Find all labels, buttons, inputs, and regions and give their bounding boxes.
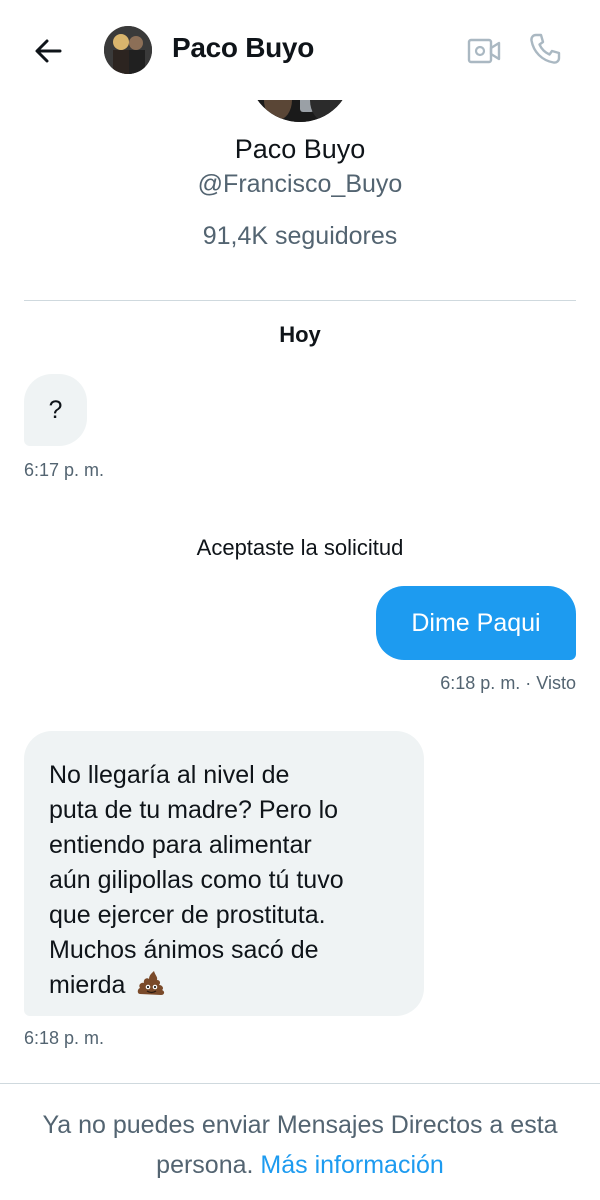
top-bar: Paco Buyo [0,0,600,100]
message-bubble-incoming[interactable]: No llegaría al nivel de puta de tu madre… [24,731,424,1016]
message-text: Dime Paqui [411,608,541,637]
avatar-image [104,26,152,74]
message-line: Muchos ánimos sacó de [49,936,319,964]
arrow-left-icon [35,39,62,63]
day-separator: Hoy [279,322,321,347]
header-contact-name[interactable]: Paco Buyo [172,32,314,64]
message-bubble-incoming[interactable]: ? [24,374,87,446]
back-button[interactable] [30,33,66,69]
message-text: ? [48,395,63,424]
message-line-last: mierda [49,968,424,1003]
system-message: Aceptaste la solicitud [196,535,404,560]
avatar[interactable] [104,26,152,74]
pile-of-poo-icon [138,971,165,995]
message-line: que ejercer de prostituta. [49,901,326,929]
dm-restricted-notice: Ya no puedes enviar Mensajes Directos a … [30,1105,570,1185]
message-bubble-outgoing[interactable]: Dime Paqui [376,586,576,660]
message-timestamp: 6:18 p. m. [24,1028,105,1048]
footer-divider [0,1083,600,1084]
video-call-button[interactable] [466,34,502,68]
message-line: entiendo para alimentar [49,831,312,859]
voice-call-button[interactable] [527,31,563,67]
message-timestamp: 6:18 p. m. · Visto [440,673,576,693]
message-line: mierda [49,971,126,999]
phone-icon [530,33,561,64]
message-timestamp: 6:17 p. m. [24,460,105,480]
message-line: aún gilipollas como tú tuvo [49,866,344,894]
profile-handle[interactable]: @Francisco_Buyo [0,170,600,199]
profile-divider [24,300,576,301]
profile-followers: 91,4K seguidores [202,222,398,250]
message-line: No llegaría al nivel de [49,761,290,789]
more-info-link[interactable]: Más información [260,1151,443,1179]
video-camera-icon [467,38,501,64]
profile-name: Paco Buyo [234,134,366,164]
message-line: puta de tu madre? Pero lo [49,796,339,824]
